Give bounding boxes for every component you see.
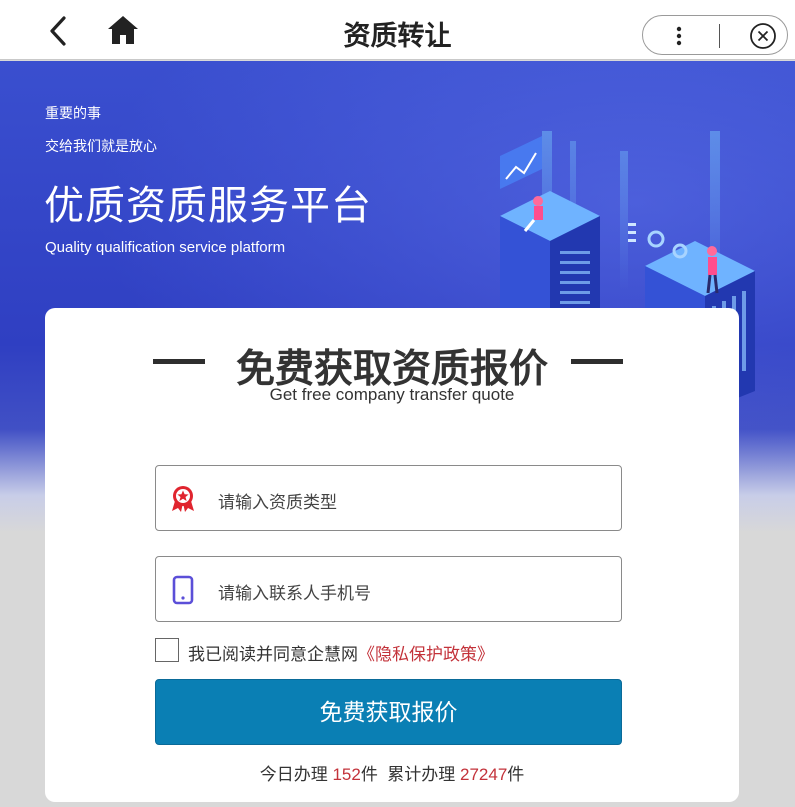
today-count: 152	[332, 765, 361, 784]
privacy-agree-checkbox[interactable]	[155, 638, 179, 662]
award-badge-icon	[172, 486, 194, 512]
quote-form-card: 免费获取资质报价 Get free company transfer quote…	[45, 308, 739, 802]
today-label: 今日办理	[259, 765, 328, 784]
today-unit: 件	[360, 765, 378, 784]
top-nav-bar: 资质转让	[0, 0, 795, 60]
close-circle-icon	[750, 23, 776, 49]
title-dash-right	[571, 359, 623, 364]
more-vertical-icon	[676, 26, 682, 46]
total-unit: 件	[507, 765, 525, 784]
total-label: 累计办理	[387, 765, 456, 784]
mini-program-capsule	[642, 15, 788, 55]
banner-subheadline: Quality qualification service platform	[45, 239, 286, 256]
more-button[interactable]	[661, 24, 697, 48]
phone-number-input[interactable]: 请输入联系人手机号	[155, 556, 622, 622]
qualification-type-placeholder: 请输入资质类型	[218, 493, 337, 512]
capsule-divider	[719, 24, 720, 48]
banner-slogan-line2: 交给我们就是放心	[45, 138, 157, 154]
card-title-row: 免费获取资质报价	[45, 336, 739, 391]
banner-slogan-line1: 重要的事	[45, 105, 101, 121]
banner-headline: 优质资质服务平台	[44, 184, 372, 228]
form-subtitle: Get free company transfer quote	[269, 385, 515, 404]
total-count: 27247	[460, 765, 508, 784]
privacy-policy-link[interactable]: 《隐私保护政策》	[358, 645, 494, 664]
mobile-phone-icon	[172, 575, 194, 605]
privacy-agree-label: 我已阅读并同意企慧网《隐私保护政策》	[188, 640, 494, 665]
get-quote-button[interactable]: 免费获取报价	[155, 679, 622, 745]
close-button[interactable]	[749, 22, 777, 50]
qualification-type-input[interactable]: 请输入资质类型	[155, 465, 622, 531]
phone-number-placeholder: 请输入联系人手机号	[218, 584, 371, 603]
processing-stats: 今日办理 152件 累计办理 27247件	[45, 760, 739, 785]
agree-text: 我已阅读并同意企慧网	[188, 645, 358, 664]
